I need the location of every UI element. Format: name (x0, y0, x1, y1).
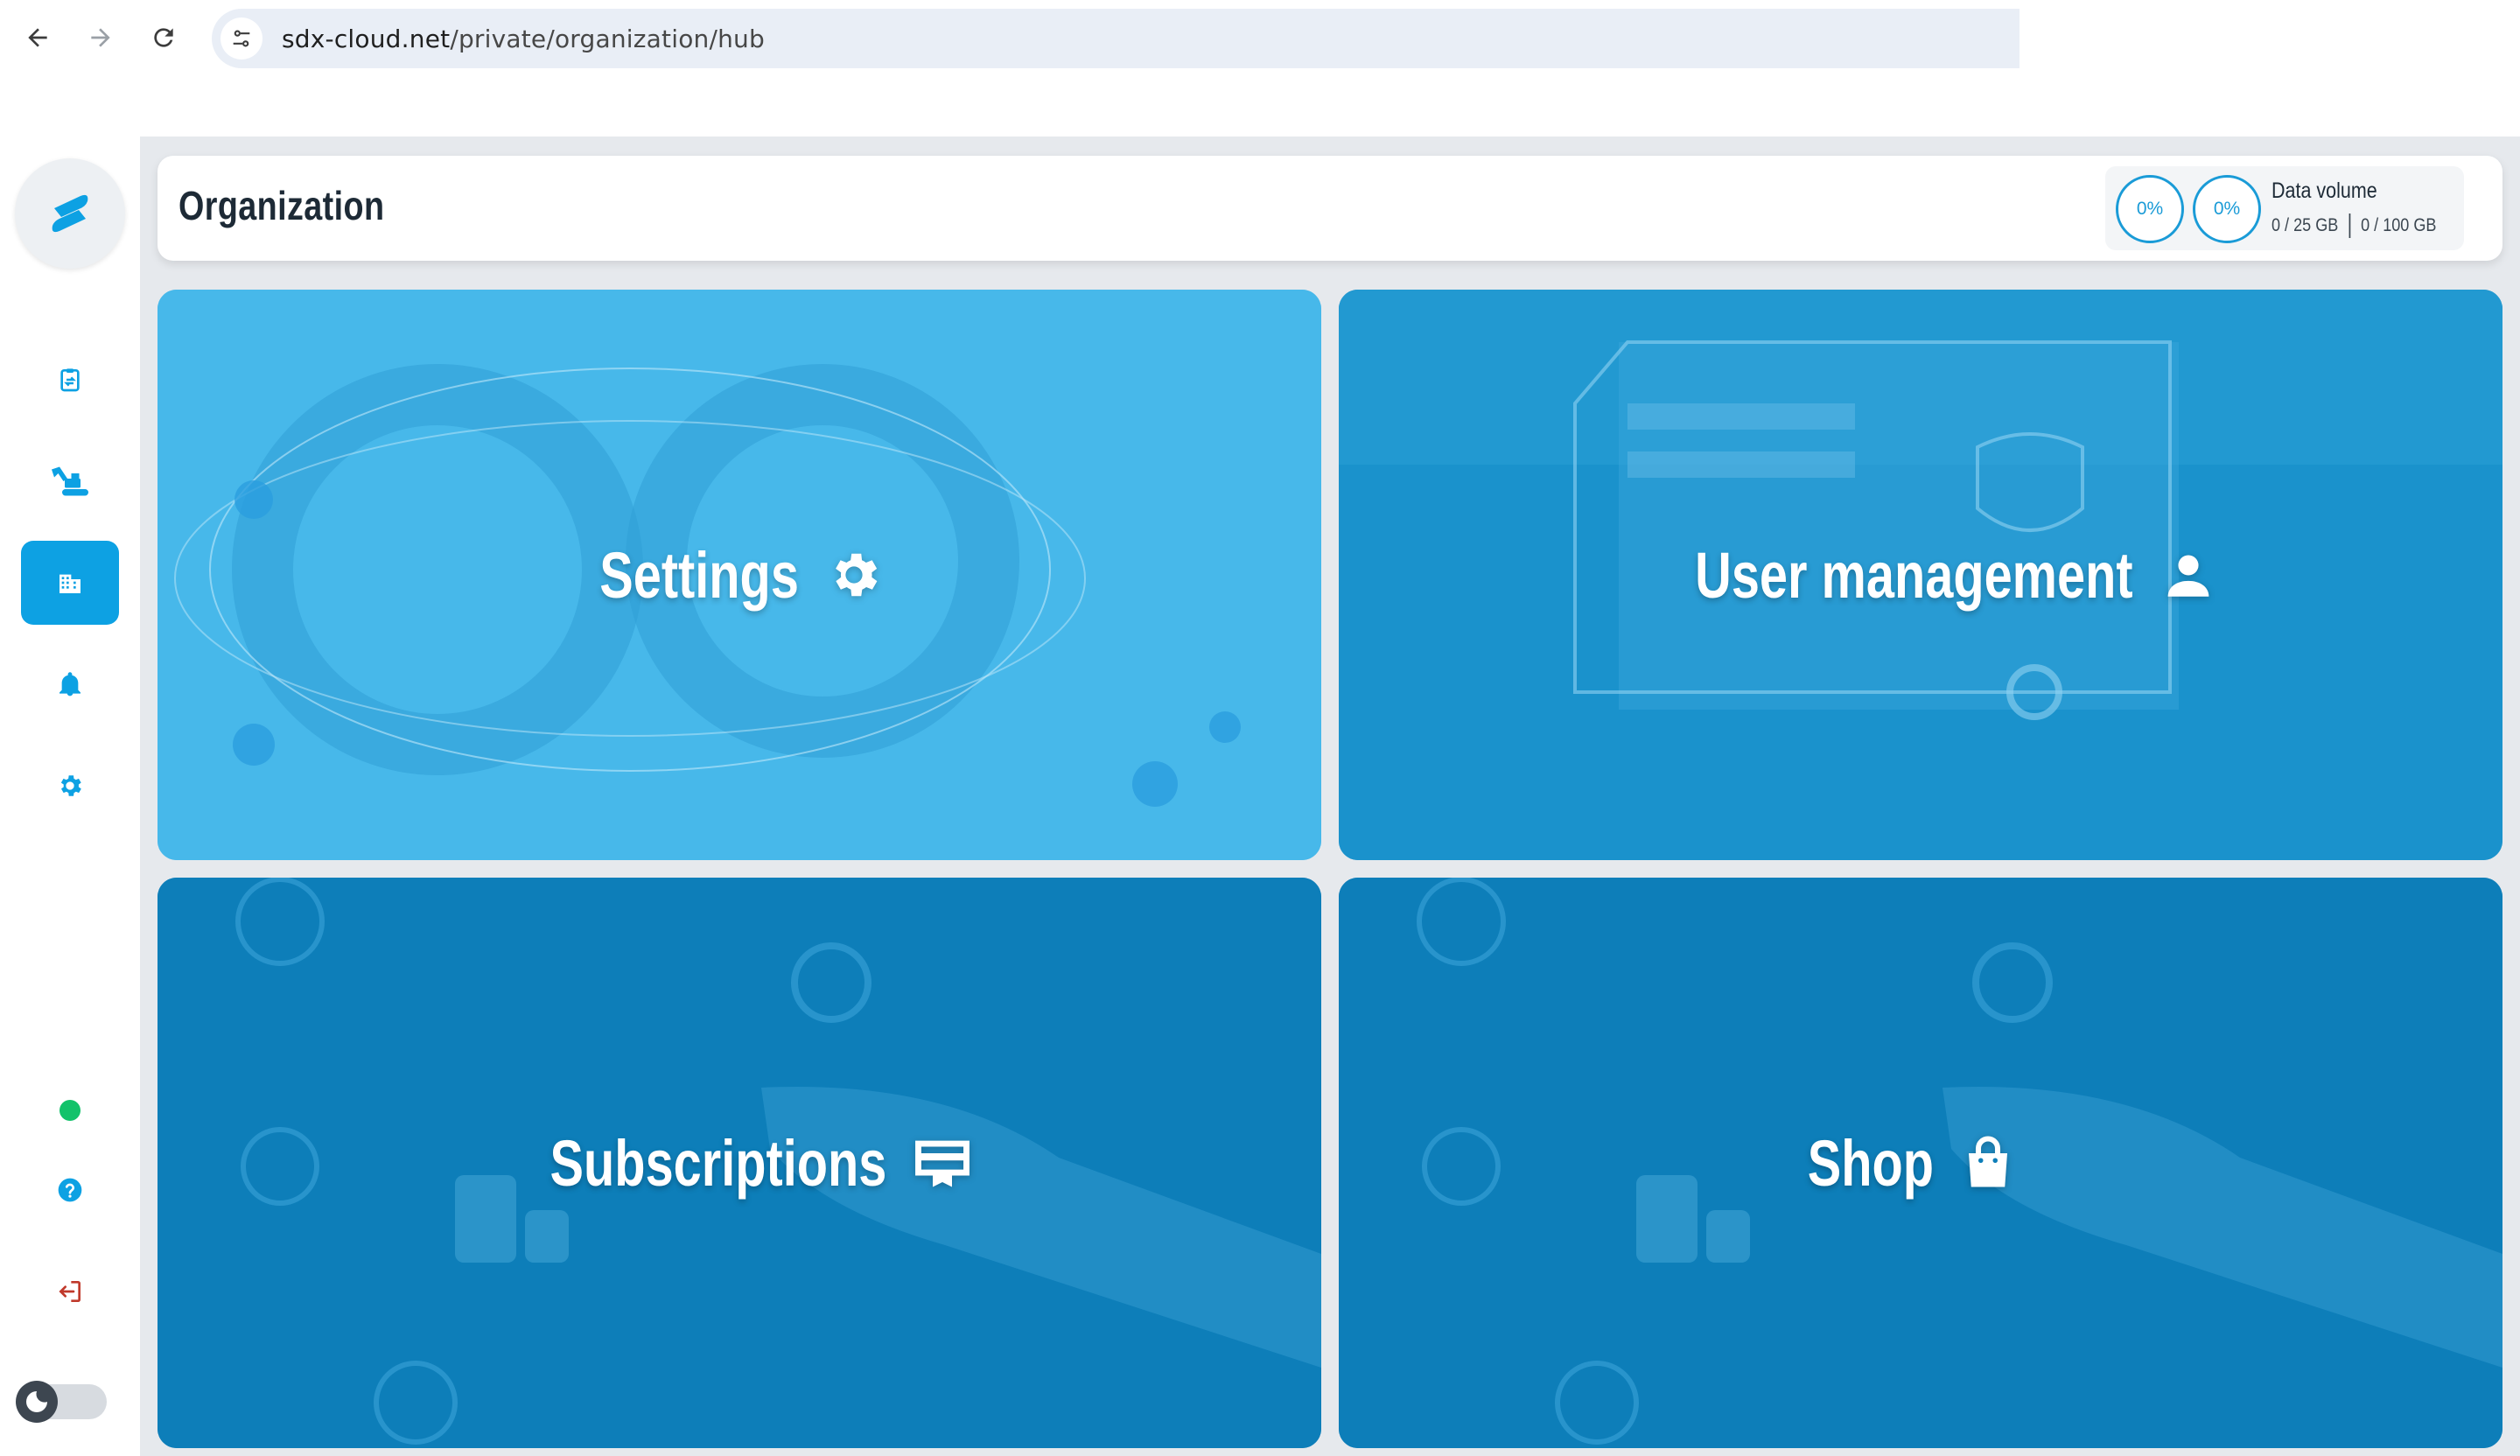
tile-settings-label: Settings (596, 538, 883, 612)
data-volume-values: 0 / 25 GB 0 / 100 GB (2272, 214, 2436, 238)
bell-icon (60, 672, 80, 696)
arrow-right-icon (91, 28, 110, 47)
arrow-left-icon (28, 28, 47, 47)
url-host: sdx-cloud.net (282, 24, 451, 53)
tune-icon (233, 30, 250, 47)
reload-button[interactable] (144, 18, 184, 58)
address-bar[interactable]: sdx-cloud.net/private/organization/hub (212, 9, 2020, 68)
sidebar-item-notifications[interactable] (21, 642, 119, 726)
tile-settings-text: Settings (599, 538, 799, 612)
user-icon (2167, 555, 2209, 597)
url-path: /private/organization/hub (450, 24, 765, 53)
theme-toggle-knob (16, 1381, 58, 1423)
tile-subscriptions-label: Subscriptions (508, 1126, 970, 1200)
clipboard-sync-icon (60, 368, 80, 392)
back-button[interactable] (18, 18, 58, 58)
sidebar-item-organization[interactable] (21, 541, 119, 625)
app-container: Organization 0% 0% Data volume 0 / 25 GB… (0, 136, 2520, 1456)
gear-icon (60, 775, 81, 796)
app-logo[interactable] (15, 158, 125, 269)
logout-button[interactable] (21, 1250, 119, 1334)
logout-icon (59, 1281, 80, 1302)
moon-icon (26, 1391, 47, 1412)
gear-icon (836, 553, 878, 597)
sidebar-item-clipboard-sync[interactable] (21, 338, 119, 422)
transfer-used-text: 0 / 100 GB (2361, 215, 2437, 235)
tile-subscriptions-text: Subscriptions (550, 1126, 887, 1200)
tile-user-management[interactable]: User management (1339, 290, 2502, 860)
tile-shop[interactable]: Shop (1339, 878, 2502, 1448)
sidebar (0, 136, 140, 1456)
storage-used-text: 0 / 25 GB (2272, 215, 2339, 235)
theme-toggle[interactable] (16, 1381, 107, 1423)
building-icon (60, 574, 80, 593)
tile-shop-label: Shop (1807, 1126, 2018, 1200)
url-text: sdx-cloud.net/private/organization/hub (282, 24, 765, 53)
page-title: Organization (178, 183, 385, 228)
storage-gauge: 0% (2116, 175, 2184, 243)
logo-icon (52, 194, 88, 233)
status-indicator (60, 1100, 80, 1121)
tile-subscriptions[interactable]: Subscriptions (158, 878, 1321, 1448)
page-header: Organization 0% 0% Data volume 0 / 25 GB… (158, 156, 2502, 261)
tile-user-management-text: User management (1695, 538, 2133, 612)
volume-divider (2348, 214, 2351, 238)
help-icon (58, 1178, 82, 1202)
browser-toolbar: sdx-cloud.net/private/organization/hub (0, 0, 2520, 136)
shopping-bag-icon (1969, 1136, 2008, 1187)
data-volume-widget: 0% 0% Data volume 0 / 25 GB 0 / 100 GB (2105, 166, 2464, 250)
card-icon (914, 1140, 970, 1187)
tile-user-management-label: User management (1624, 538, 2217, 612)
site-info-button[interactable] (220, 18, 262, 60)
excavator-icon (52, 466, 88, 496)
data-volume-label: Data volume (2272, 178, 2377, 203)
sidebar-item-excavator[interactable] (21, 439, 119, 523)
forward-button[interactable] (80, 18, 121, 58)
transfer-gauge: 0% (2193, 175, 2261, 243)
tile-settings[interactable]: Settings (158, 290, 1321, 860)
help-button[interactable] (21, 1148, 119, 1232)
sidebar-item-settings[interactable] (21, 744, 119, 828)
tile-shop-text: Shop (1807, 1126, 1934, 1200)
reload-icon (154, 28, 173, 47)
